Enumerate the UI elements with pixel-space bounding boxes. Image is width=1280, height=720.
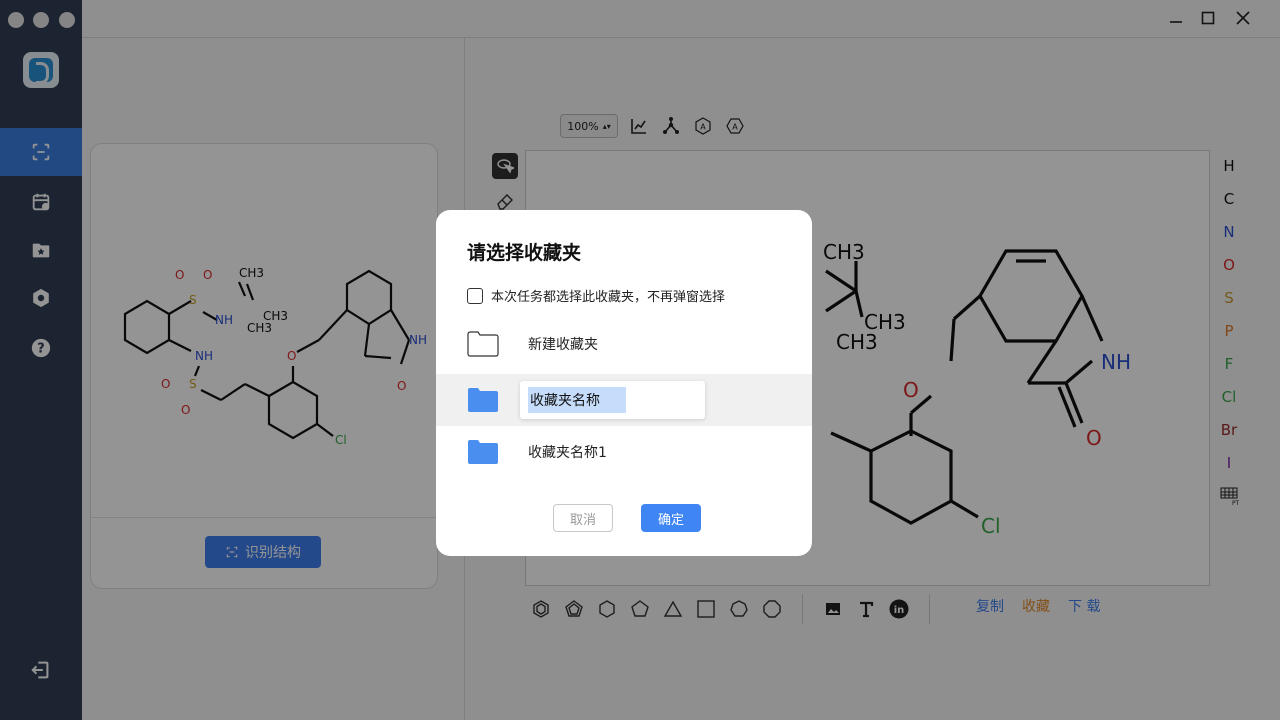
select-favorite-folder-dialog: 请选择收藏夹 本次任务都选择此收藏夹，不再弹窗选择 新建收藏夹 收藏夹名称 收藏… [436, 210, 812, 556]
remember-choice-checkbox[interactable] [467, 287, 483, 304]
confirm-button[interactable]: 确定 [641, 504, 701, 532]
folder-label: 收藏夹名称1 [528, 445, 607, 461]
new-folder-row[interactable]: 新建收藏夹 [436, 318, 812, 370]
editing-folder-row[interactable]: 收藏夹名称 [436, 374, 812, 426]
remember-choice-option[interactable]: 本次任务都选择此收藏夹，不再弹窗选择 [467, 286, 725, 305]
folder-icon [468, 388, 498, 412]
new-folder-label: 新建收藏夹 [528, 337, 598, 353]
folder-row[interactable]: 收藏夹名称1 [436, 426, 812, 478]
folder-name-input-value: 收藏夹名称 [528, 387, 626, 413]
remember-choice-label: 本次任务都选择此收藏夹，不再弹窗选择 [491, 290, 726, 305]
folder-name-input[interactable]: 收藏夹名称 [520, 381, 705, 419]
folder-icon [468, 440, 498, 464]
cancel-button[interactable]: 取消 [553, 504, 613, 532]
folder-outline-icon [467, 331, 499, 357]
dialog-title: 请选择收藏夹 [467, 242, 582, 264]
